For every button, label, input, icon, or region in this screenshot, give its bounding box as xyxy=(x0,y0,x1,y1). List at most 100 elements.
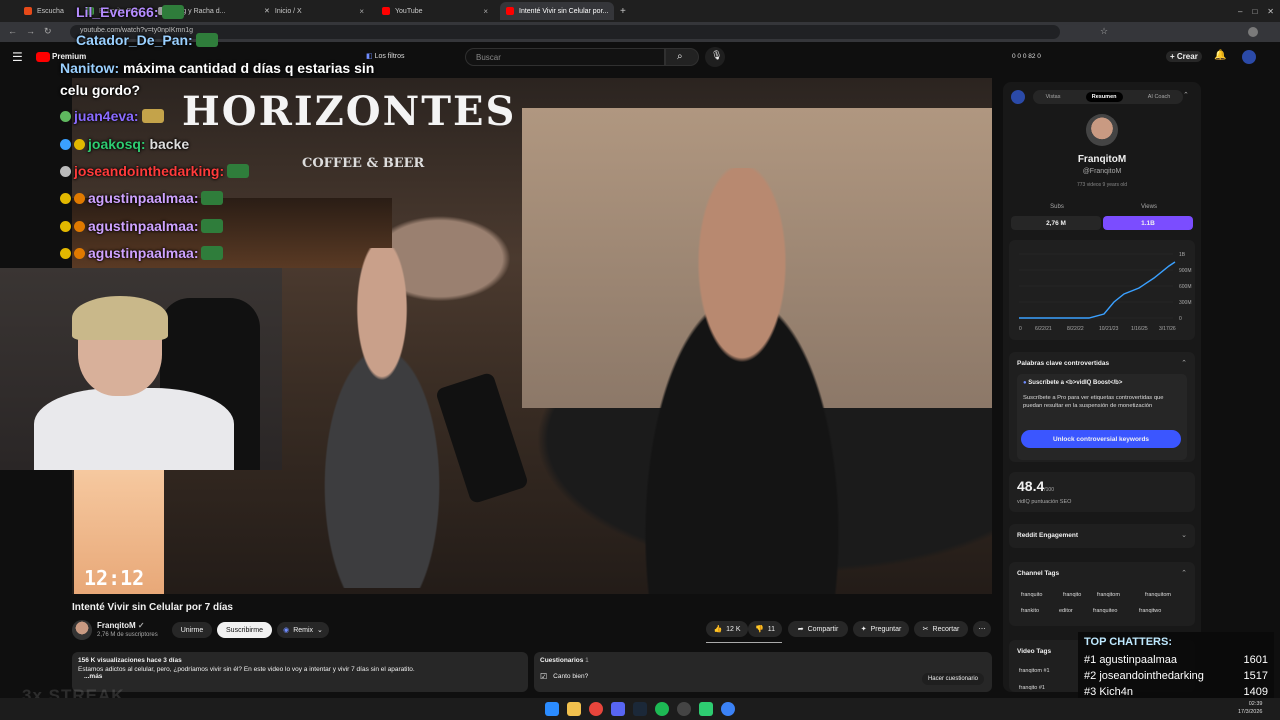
ask-button[interactable]: ✦ Preguntar xyxy=(853,621,909,637)
controversial-keywords-card: Palabras clave controvertidas ⌃ ● Suscrí… xyxy=(1009,352,1195,462)
share-button[interactable]: ➦ Compartir xyxy=(788,621,848,637)
unlock-keywords-button[interactable]: Unlock controversial keywords xyxy=(1021,430,1181,448)
search-button[interactable]: ⌕ xyxy=(665,48,699,66)
chat-message: agustinpaalmaa: xyxy=(60,245,224,261)
chat-emote-icon xyxy=(201,246,224,260)
video-tags-title: Video Tags xyxy=(1017,648,1052,655)
tab-favicon-icon xyxy=(24,7,32,15)
steam-icon[interactable] xyxy=(633,702,647,716)
close-icon[interactable]: × xyxy=(483,7,488,16)
menu-icon[interactable]: ☰ xyxy=(12,50,23,64)
obs-icon[interactable] xyxy=(677,702,691,716)
bookmark-star-icon[interactable]: ☆ xyxy=(1100,26,1108,37)
discord-icon[interactable] xyxy=(611,702,625,716)
top-chatter-row: #3 Kich4n 1409 xyxy=(1084,686,1268,698)
subs-toggle[interactable]: 2,76 M xyxy=(1011,216,1101,230)
browser-tab[interactable]: YouTube × xyxy=(376,2,494,20)
tag-chip[interactable]: franqitwo xyxy=(1139,608,1161,614)
file-explorer-icon[interactable] xyxy=(567,702,581,716)
sparkle-icon: ✦ xyxy=(860,626,867,633)
tag-chip[interactable]: franqito xyxy=(1063,592,1081,598)
reddit-engagement-card[interactable]: Reddit Engagement ⌄ xyxy=(1009,524,1195,548)
y-tick: 600M xyxy=(1179,284,1192,290)
channel-name[interactable]: FranqitoM ✓ xyxy=(97,621,145,630)
tag-chip[interactable]: frankito xyxy=(1021,608,1039,614)
tag-chip[interactable]: franqitom #1 xyxy=(1019,668,1050,674)
tag-chip[interactable]: franqito #1 xyxy=(1019,685,1045,691)
x-tick: 1/16/25 xyxy=(1131,326,1148,332)
take-quiz-button[interactable]: Hacer cuestionario xyxy=(921,673,984,685)
dislike-button[interactable]: 👎 11 xyxy=(748,621,782,637)
join-button[interactable]: Unirme xyxy=(172,622,212,638)
reddit-title: Reddit Engagement xyxy=(1017,532,1079,539)
tag-chip[interactable]: franquiteo xyxy=(1093,608,1117,614)
tab-ai-coach[interactable]: AI Coach xyxy=(1148,94,1171,100)
badge-icon xyxy=(60,166,71,177)
channel-avatar[interactable] xyxy=(72,620,92,640)
window-controls[interactable]: – □ ✕ xyxy=(1232,2,1278,20)
quiz-box: Cuestionarios 1 ☑ Canto bien? Hacer cuest… xyxy=(534,652,992,692)
youtube-logo-icon[interactable] xyxy=(36,52,50,62)
chevron-down-icon[interactable]: ⌄ xyxy=(1181,531,1187,539)
subscribe-button[interactable]: Suscribirme xyxy=(217,622,272,638)
like-ratio-bar xyxy=(706,642,782,643)
tag-chip[interactable]: franquito xyxy=(1021,592,1042,598)
browser-tab-active[interactable]: Intenté Vivir sin Celular por...× xyxy=(500,2,614,20)
app-icon[interactable] xyxy=(721,702,735,716)
webcam-shirt xyxy=(34,388,234,470)
taskbar-clock[interactable]: 02:39 17/3/2026 xyxy=(1238,700,1262,716)
views-growth-svg: 1B 900M 600M 300M 0 0 6/22/21 8/22/22 10… xyxy=(1019,252,1192,332)
account-avatar[interactable] xyxy=(1242,50,1256,64)
app-icon[interactable] xyxy=(699,702,713,716)
profile-avatar[interactable] xyxy=(1248,27,1258,37)
search-input[interactable]: Buscar xyxy=(465,48,665,66)
more-actions-button[interactable]: ⋯ xyxy=(973,621,991,637)
views-label: Views xyxy=(1141,204,1157,210)
new-tab-button[interactable]: + xyxy=(614,2,630,20)
tag-chip[interactable]: editor xyxy=(1059,608,1073,614)
chevron-up-icon[interactable]: ⌃ xyxy=(1181,569,1187,577)
top-chatters-title: TOP CHATTERS: xyxy=(1084,636,1173,648)
maximize-icon[interactable]: □ xyxy=(1252,7,1257,16)
windows-start-icon[interactable] xyxy=(545,702,559,716)
chat-message: agustinpaalmaa: xyxy=(60,218,224,234)
quiz-item[interactable]: ☑ Canto bien? xyxy=(540,672,986,681)
chevron-up-icon[interactable]: ⌃ xyxy=(1181,359,1187,367)
badge-icon xyxy=(60,193,71,204)
forward-icon[interactable]: → xyxy=(26,26,35,36)
close-window-icon[interactable]: ✕ xyxy=(1267,7,1274,16)
views-toggle[interactable]: 1.1B xyxy=(1103,216,1193,230)
notifications-icon[interactable]: 🔔 xyxy=(1214,50,1226,61)
collapse-icon[interactable]: ⌃ xyxy=(1183,91,1189,99)
verified-icon: ✓ xyxy=(137,621,145,630)
reload-icon[interactable]: ↻ xyxy=(44,26,52,37)
video-person-right xyxy=(592,168,892,594)
top-chatter-row: #2 joseandointhedarking 1517 xyxy=(1084,670,1268,682)
description-box[interactable]: 156 K visualizaciones hace 3 días Estamo… xyxy=(72,652,528,692)
create-button[interactable]: + Crear xyxy=(1166,51,1202,62)
remix-icon: ◉ xyxy=(283,627,290,634)
views-growth-line xyxy=(1019,261,1176,319)
channel-tags-title: Channel Tags xyxy=(1017,570,1060,577)
tab-resumen[interactable]: Resumen xyxy=(1085,92,1123,102)
description-more-link[interactable]: ...más xyxy=(84,673,522,680)
chrome-icon[interactable] xyxy=(589,702,603,716)
clip-button[interactable]: ✂ Recortar xyxy=(914,621,968,637)
badge-icon xyxy=(60,139,71,150)
like-button[interactable]: 👍 12 K xyxy=(706,621,748,637)
x-tick: 3/17/26 xyxy=(1159,326,1176,332)
tag-chip[interactable]: franqitom xyxy=(1097,592,1120,598)
y-tick: 900M xyxy=(1179,268,1192,274)
minimize-icon[interactable]: – xyxy=(1238,7,1242,16)
spotify-icon[interactable] xyxy=(655,702,669,716)
mic-icon: 🎙 xyxy=(711,50,723,60)
video-description: Estamos adictos al celular, pero, ¿podrí… xyxy=(78,666,415,673)
tag-chip[interactable]: franquitom xyxy=(1145,592,1171,598)
channel-subscribers: 2,76 M de suscriptores xyxy=(97,632,158,638)
back-icon[interactable]: ← xyxy=(8,26,17,36)
voice-search-button[interactable]: 🎙 xyxy=(705,47,725,67)
tab-vistas[interactable]: Vistas xyxy=(1046,94,1061,100)
remix-button[interactable]: ◉ Remix ⌄ xyxy=(277,622,329,638)
vidiq-channel-handle: @FranqitoM xyxy=(1082,168,1122,175)
x-tick: 6/22/21 xyxy=(1035,326,1052,332)
